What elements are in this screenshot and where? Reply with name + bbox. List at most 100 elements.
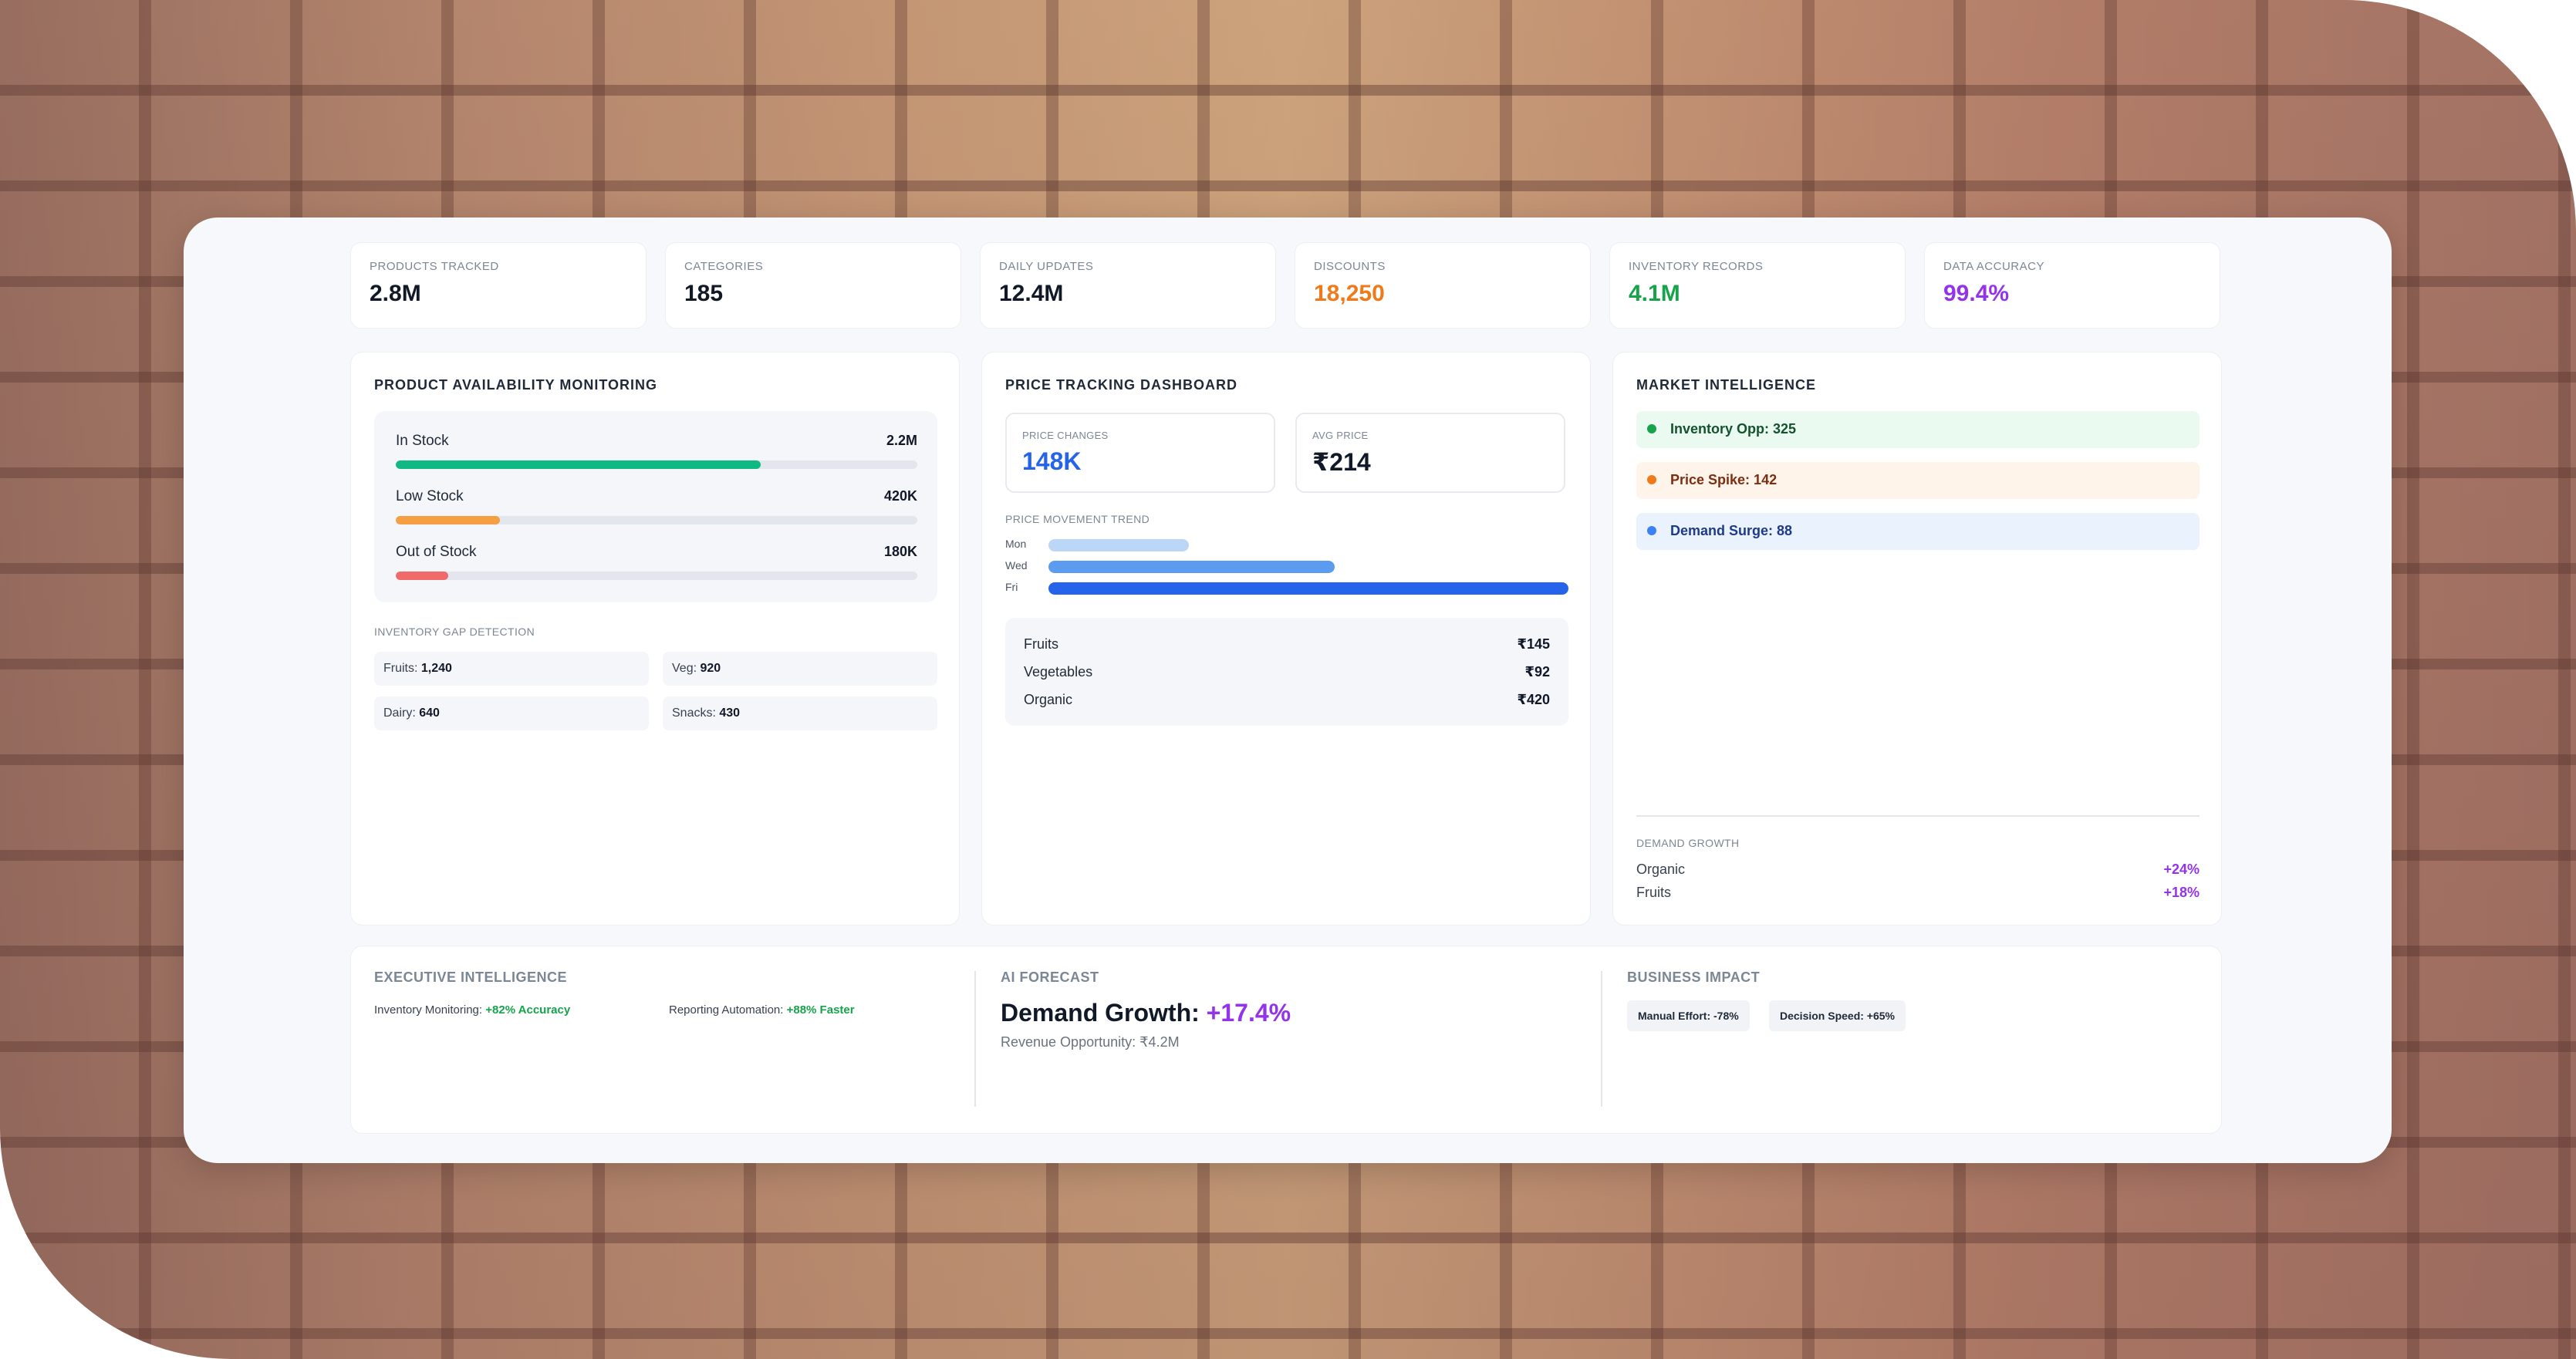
alert-text: Inventory Opp: 325 xyxy=(1670,421,1797,437)
market-intelligence-panel: MARKET INTELLIGENCE Inventory Opp: 325 P… xyxy=(1612,352,2222,926)
executive-item-inventory: Inventory Monitoring: +82% Accuracy xyxy=(374,1003,570,1017)
gap-cell-veg: Veg: 920 xyxy=(663,652,937,686)
trend-day: Fri xyxy=(1005,581,1018,593)
gap-detection-title: INVENTORY GAP DETECTION xyxy=(374,626,535,638)
price-row-vegetables: Vegetables ₹92 xyxy=(1024,664,1550,680)
kpi-daily-updates: DAILY UPDATES 12.4M xyxy=(980,242,1276,329)
trend-bar xyxy=(1048,539,1189,551)
section-title: BUSINESS IMPACT xyxy=(1627,970,1761,985)
availability-value: 180K xyxy=(883,544,917,559)
status-dot-icon xyxy=(1647,526,1656,535)
price-row-organic: Organic ₹420 xyxy=(1024,692,1550,708)
trend-day: Mon xyxy=(1005,538,1027,550)
mini-kpi-value: 148K xyxy=(1022,447,1082,475)
ai-forecast-section: AI FORECAST Demand Growth: +17.4% Revenu… xyxy=(1001,970,1587,1050)
demand-row-organic: Organic +24% xyxy=(1636,862,2200,878)
executive-value: +88% Faster xyxy=(786,1003,855,1017)
alert-price-spike: Price Spike: 142 xyxy=(1636,462,2200,499)
gap-value: 1,240 xyxy=(420,662,452,675)
kpi-discounts: DISCOUNTS 18,250 xyxy=(1295,242,1591,329)
kpi-inventory-records: INVENTORY RECORDS 4.1M xyxy=(1609,242,1906,329)
progress-fill xyxy=(396,516,501,524)
price-name: Fruits xyxy=(1024,636,1058,652)
demand-value: +18% xyxy=(2163,885,2200,900)
kpi-products-tracked: PRODUCTS TRACKED 2.8M xyxy=(350,242,647,329)
kpi-data-accuracy: DATA ACCURACY 99.4% xyxy=(1924,242,2220,329)
alert-demand-surge: Demand Surge: 88 xyxy=(1636,513,2200,550)
progress-fill xyxy=(396,460,761,469)
section-divider xyxy=(1601,971,1602,1107)
trend-bar xyxy=(1048,561,1335,573)
kpi-value: 18,250 xyxy=(1314,281,1385,306)
executive-label: Inventory Monitoring: xyxy=(374,1003,483,1017)
price-name: Vegetables xyxy=(1024,664,1093,680)
panel-title: PRODUCT AVAILABILITY MONITORING xyxy=(374,377,657,393)
gap-value: 920 xyxy=(700,662,721,675)
kpi-value: 185 xyxy=(684,281,724,306)
avg-price-card: AVG PRICE ₹214 xyxy=(1295,413,1565,493)
forecast-headline: Demand Growth: +17.4% xyxy=(1001,999,1291,1027)
section-title: EXECUTIVE INTELLIGENCE xyxy=(374,970,568,985)
demand-name: Fruits xyxy=(1636,885,1671,900)
forecast-subtext: Revenue Opportunity: ₹4.2M xyxy=(1001,1034,1180,1050)
availability-row-low-stock: Low Stock 420K xyxy=(396,488,917,524)
price-name: Organic xyxy=(1024,692,1073,707)
price-value: ₹145 xyxy=(1517,636,1550,652)
progress-track xyxy=(396,460,917,469)
forecast-headline-label: Demand Growth: xyxy=(1001,999,1200,1027)
trend-row-wed: Wed xyxy=(1005,559,1568,575)
impact-chip-manual-effort: Manual Effort: -78% xyxy=(1627,1000,1750,1031)
gap-cell-snacks: Snacks: 430 xyxy=(663,696,937,730)
gap-cell-fruits: Fruits: 1,240 xyxy=(374,652,649,686)
status-dot-icon xyxy=(1647,475,1656,484)
executive-value: +82% Accuracy xyxy=(485,1003,571,1017)
gap-label: Snacks: xyxy=(672,706,716,720)
demand-row-fruits: Fruits +18% xyxy=(1636,885,2200,901)
kpi-categories: CATEGORIES 185 xyxy=(665,242,961,329)
kpi-label: DISCOUNTS xyxy=(1314,260,1386,273)
executive-item-reporting: Reporting Automation: +88% Faster xyxy=(669,1003,855,1017)
kpi-label: PRODUCTS TRACKED xyxy=(370,260,499,273)
availability-label: Low Stock xyxy=(396,488,464,504)
gap-label: Fruits: xyxy=(383,662,418,675)
price-changes-card: PRICE CHANGES 148K xyxy=(1005,413,1275,493)
availability-panel: PRODUCT AVAILABILITY MONITORING In Stock… xyxy=(350,352,960,926)
panel-title: PRICE TRACKING DASHBOARD xyxy=(1005,377,1238,393)
section-title: AI FORECAST xyxy=(1001,970,1099,985)
progress-track xyxy=(396,516,917,524)
kpi-value: 12.4M xyxy=(999,281,1064,306)
kpi-value: 2.8M xyxy=(370,281,421,306)
trend-day: Wed xyxy=(1005,559,1028,572)
availability-box: In Stock 2.2M Low Stock 420K Out of Stoc… xyxy=(374,411,937,602)
price-value: ₹420 xyxy=(1517,692,1550,707)
availability-row-out-of-stock: Out of Stock 180K xyxy=(396,544,917,580)
gap-cell-dairy: Dairy: 640 xyxy=(374,696,649,730)
availability-row-in-stock: In Stock 2.2M xyxy=(396,433,917,469)
trend-row-fri: Fri xyxy=(1005,581,1568,596)
mini-kpi-label: AVG PRICE xyxy=(1312,430,1369,441)
forecast-headline-value: +17.4% xyxy=(1206,999,1291,1027)
kpi-value: 99.4% xyxy=(1943,281,2010,306)
kpi-value: 4.1M xyxy=(1629,281,1680,306)
business-impact-section: BUSINESS IMPACT Manual Effort: -78% Deci… xyxy=(1627,970,2198,1077)
price-value: ₹92 xyxy=(1524,664,1550,680)
progress-fill xyxy=(396,572,448,580)
demand-value: +24% xyxy=(2163,862,2200,877)
gap-label: Veg: xyxy=(672,662,697,675)
divider xyxy=(1636,815,2200,817)
trend-row-mon: Mon xyxy=(1005,538,1568,553)
price-tracking-panel: PRICE TRACKING DASHBOARD PRICE CHANGES 1… xyxy=(981,352,1591,926)
trend-bar xyxy=(1048,582,1568,595)
impact-chip-decision-speed: Decision Speed: +65% xyxy=(1769,1000,1906,1031)
status-dot-icon xyxy=(1647,424,1656,433)
trend-title: PRICE MOVEMENT TREND xyxy=(1005,513,1150,525)
price-row-fruits: Fruits ₹145 xyxy=(1024,636,1550,653)
availability-value: 420K xyxy=(883,488,917,504)
alert-text: Demand Surge: 88 xyxy=(1670,523,1793,538)
alert-inventory-opp: Inventory Opp: 325 xyxy=(1636,411,2200,448)
gap-value: 640 xyxy=(419,706,440,720)
mini-kpi-label: PRICE CHANGES xyxy=(1022,430,1109,441)
gap-value: 430 xyxy=(719,706,741,720)
insights-strip: EXECUTIVE INTELLIGENCE Inventory Monitor… xyxy=(350,946,2222,1134)
executive-label: Reporting Automation: xyxy=(669,1003,784,1017)
